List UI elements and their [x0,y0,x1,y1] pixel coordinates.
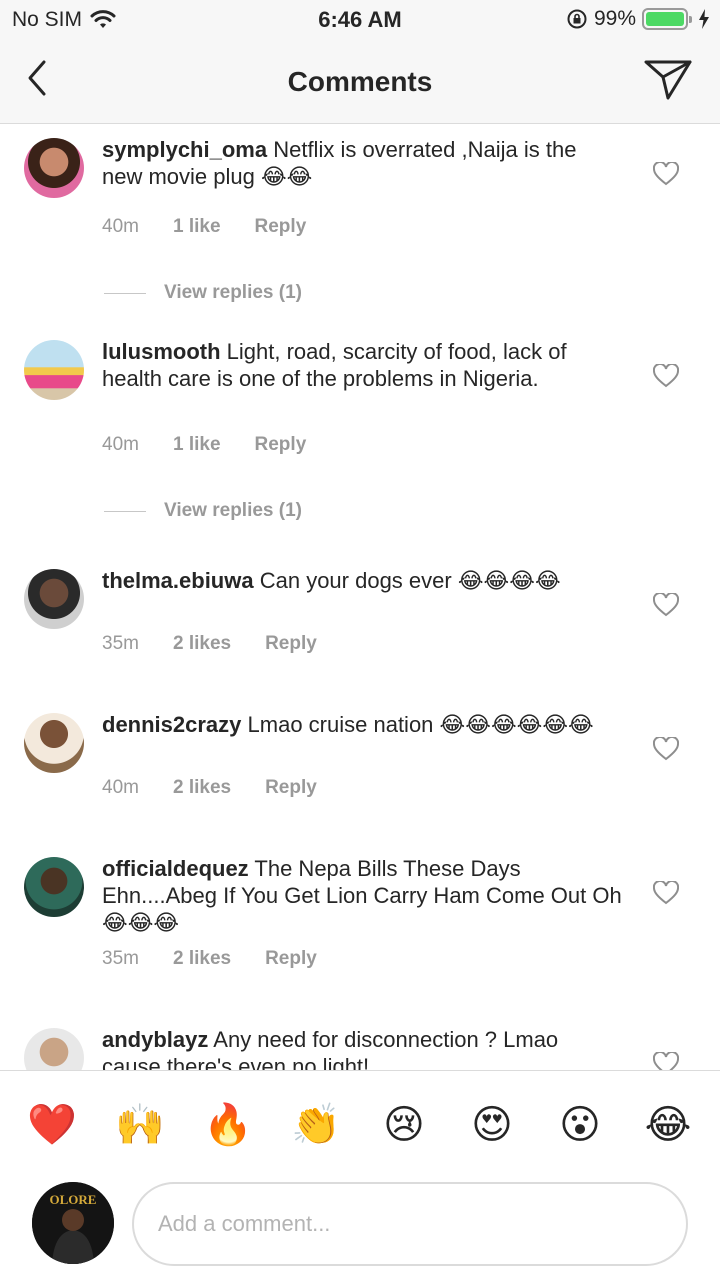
view-replies-button[interactable]: View replies (1) [104,282,302,304]
battery-icon [642,8,692,30]
emoji-raising-hands[interactable]: 🙌 [112,1097,168,1153]
heart-icon[interactable] [653,1052,679,1070]
comment-meta: 40m 1 like Reply [102,434,306,456]
comment-body: lulusmooth Light, road, scarcity of food… [102,338,622,392]
comment-time: 40m [102,777,139,798]
avatar-logo-text: OLORE [50,1192,97,1207]
comment-text: Lmao cruise nation 😂😂😂😂😂😂 [247,712,594,737]
comment-composer: OLORE [0,1176,720,1280]
emoji-tears-of-joy[interactable]: 😂 [640,1097,696,1153]
heart-icon[interactable] [653,593,679,617]
comment-body: officialdequez The Nepa Bills These Days… [102,855,622,936]
comment-time: 35m [102,633,139,654]
avatar-image: OLORE [32,1182,114,1264]
status-bar: No SIM 6:46 AM 99% [0,0,720,40]
comment-text: Can your dogs ever 😂😂😂😂 [259,568,561,593]
comment-likes[interactable]: 2 likes [173,948,231,970]
divider-line [104,510,146,512]
comment-body: symplychi_oma Netflix is overrated ,Naij… [102,136,622,190]
comment-input[interactable] [132,1182,688,1266]
reply-button[interactable]: Reply [255,216,307,238]
emoji-heart-eyes[interactable]: 😍 [464,1097,520,1153]
comment-username[interactable]: andyblayz [102,1027,208,1052]
heart-icon[interactable] [653,881,679,905]
reply-button[interactable]: Reply [255,434,307,456]
view-replies-button[interactable]: View replies (1) [104,500,302,522]
emoji-quick-reactions: ❤️ 🙌 🔥 👏 😢 😍 😮 😂 [0,1070,720,1176]
comment-likes[interactable]: 2 likes [173,777,231,799]
view-replies-label: View replies (1) [164,282,302,303]
emoji-fire[interactable]: 🔥 [200,1097,256,1153]
current-user-avatar: OLORE [32,1182,114,1264]
reply-button[interactable]: Reply [265,633,317,655]
avatar[interactable] [24,569,84,629]
comment-body: andyblayz Any need for disconnection ? L… [102,1026,622,1070]
comment-likes[interactable]: 2 likes [173,633,231,655]
comment-time: 35m [102,948,139,969]
comment-likes[interactable]: 1 like [173,434,221,456]
comment-meta: 35m 2 likes Reply [102,948,317,970]
emoji-red-heart[interactable]: ❤️ [24,1097,80,1153]
heart-icon[interactable] [653,364,679,388]
comment-likes[interactable]: 1 like [173,216,221,238]
battery-fill [646,12,684,26]
comment-username[interactable]: dennis2crazy [102,712,241,737]
emoji-clapping-hands[interactable]: 👏 [288,1097,344,1153]
heart-icon[interactable] [653,162,679,186]
reply-button[interactable]: Reply [265,777,317,799]
emoji-surprised-face[interactable]: 😮 [552,1097,608,1153]
charging-bolt-icon [699,9,709,29]
heart-icon[interactable] [653,737,679,761]
comment-username[interactable]: thelma.ebiuwa [102,568,254,593]
comment-username[interactable]: symplychi_oma [102,137,267,162]
comment-time: 40m [102,216,139,237]
comment-username[interactable]: officialdequez [102,856,249,881]
avatar[interactable] [24,713,84,773]
status-right: 99% [566,7,710,31]
comment-username[interactable]: lulusmooth [102,339,221,364]
comment-meta: 35m 2 likes Reply [102,633,317,655]
avatar[interactable] [24,857,84,917]
avatar[interactable] [24,340,84,400]
comment-body: dennis2crazy Lmao cruise nation 😂😂😂😂😂😂 [102,711,622,738]
comment-time: 40m [102,434,139,455]
page-title: Comments [287,66,433,97]
nav-bar: Comments [0,40,720,124]
comment-meta: 40m 1 like Reply [102,216,306,238]
avatar[interactable] [24,1028,84,1070]
view-replies-label: View replies (1) [164,500,302,521]
comments-list[interactable]: symplychi_oma Netflix is overrated ,Naij… [0,124,720,1070]
divider-line [104,292,146,294]
share-button[interactable] [644,58,692,102]
orientation-lock-icon [567,9,587,29]
avatar[interactable] [24,138,84,198]
comment-body: thelma.ebiuwa Can your dogs ever 😂😂😂😂 [102,567,622,594]
reply-button[interactable]: Reply [265,948,317,970]
paper-plane-icon [644,60,692,100]
comment-meta: 40m 2 likes Reply [102,777,317,799]
emoji-crying-face[interactable]: 😢 [376,1097,432,1153]
battery-percent: 99% [593,7,636,30]
